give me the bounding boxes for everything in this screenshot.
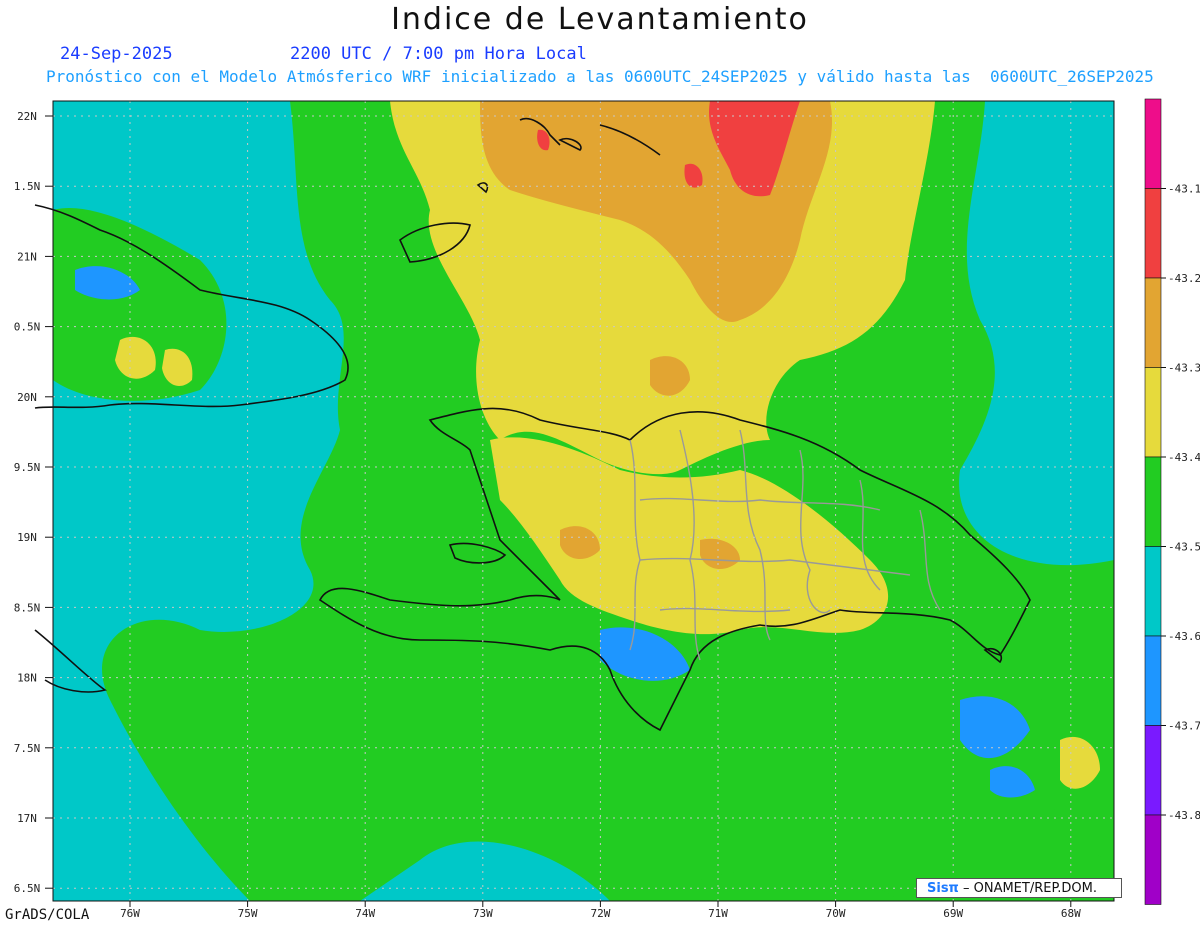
sispi-logo: Sisπ — [927, 881, 959, 896]
lat-label: 0.5N — [14, 321, 41, 334]
colorbar-swatch — [1144, 277, 1162, 368]
lon-label: 72W — [590, 907, 610, 920]
lon-label: 73W — [473, 907, 493, 920]
colorbar-swatch — [1144, 456, 1162, 547]
colorbar-swatch — [1144, 367, 1162, 458]
colorbar: -43.1 -43.2 -43.3 -43.4 -43.5 -43.6 -43.7 -43.8 — [1144, 98, 1200, 905]
colorbar-label: -43.5 — [1168, 541, 1200, 554]
colorbar-label: -43.3 — [1168, 362, 1200, 375]
lon-label: 68W — [1061, 907, 1081, 920]
lon-label: 69W — [943, 907, 963, 920]
lat-label: 19N — [17, 531, 37, 544]
colorbar-label: -43.6 — [1168, 630, 1200, 643]
colorbar-swatch — [1144, 635, 1162, 726]
colorbar-swatch — [1144, 546, 1162, 637]
longitude-labels: 76W 75W 74W 73W 72W 71W 70W 69W 68W — [120, 901, 1081, 920]
lat-label: 18N — [17, 672, 37, 685]
lat-label: 9.5N — [14, 461, 41, 474]
colorbar-swatch — [1144, 814, 1162, 905]
latitude-labels: 22N 1.5N 21N 0.5N 20N 9.5N 19N 8.5N 18N 7.5N 17N 6.… — [14, 110, 53, 895]
lon-label: 76W — [120, 907, 140, 920]
colorbar-swatch — [1144, 188, 1162, 279]
colorbar-label: -43.7 — [1168, 720, 1200, 733]
lat-label: 8.5N — [14, 601, 41, 614]
lat-label: 6.5N — [14, 882, 41, 895]
colorbar-swatch — [1144, 725, 1162, 816]
lat-label: 21N — [17, 250, 37, 263]
lon-label: 71W — [708, 907, 728, 920]
lat-label: 17N — [17, 812, 37, 825]
forecast-map: 22N 1.5N 21N 0.5N 20N 9.5N 19N 8.5N 18N 7.5N 17N 6.… — [14, 98, 1200, 920]
colorbar-label: -43.4 — [1168, 451, 1200, 464]
lat-label: 1.5N — [14, 180, 41, 193]
lon-label: 75W — [238, 907, 258, 920]
colorbar-swatch — [1144, 98, 1162, 189]
colorbar-label: -43.2 — [1168, 272, 1200, 285]
colorbar-label: -43.1 — [1168, 183, 1200, 196]
colorbar-label: -43.8 — [1168, 809, 1200, 822]
badge-text: – ONAMET/REP.DOM. — [962, 881, 1098, 896]
lon-label: 70W — [826, 907, 846, 920]
lon-label: 74W — [355, 907, 375, 920]
lat-label: 7.5N — [14, 742, 41, 755]
lat-label: 20N — [17, 391, 37, 404]
lat-label: 22N — [17, 110, 37, 123]
grads-credit: GrADS/COLA — [5, 907, 90, 923]
source-badge: Sisπ – ONAMET/REP.DOM. — [916, 878, 1122, 898]
